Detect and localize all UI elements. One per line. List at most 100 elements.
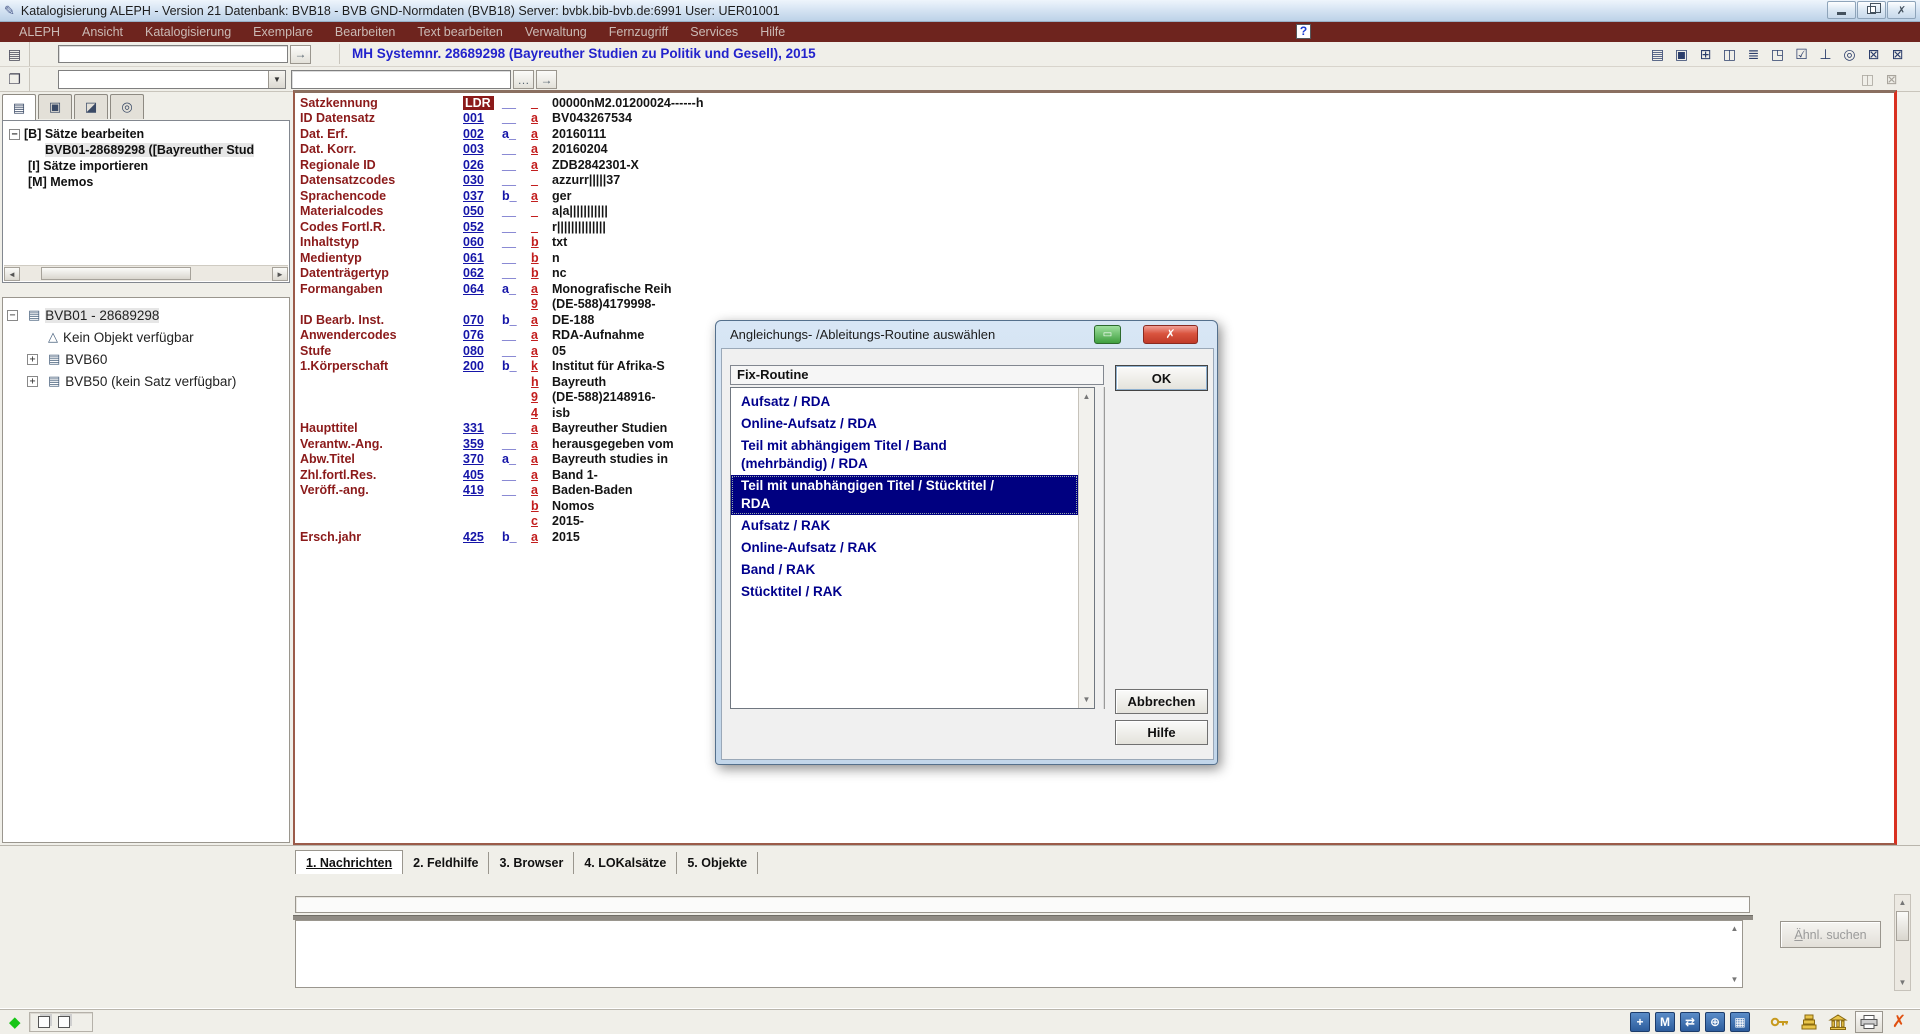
field-value[interactable]: Baden-Baden	[552, 483, 633, 497]
field-value[interactable]: RDA-Aufnahme	[552, 328, 644, 342]
subfield-code[interactable]: 4	[531, 406, 552, 420]
fix-routine-option[interactable]: Stücktitel / RAK	[731, 581, 1078, 603]
search-similar-button[interactable]: Ähnl. suchen	[1780, 921, 1881, 948]
field-value[interactable]: 2015	[552, 530, 580, 544]
close-record-icon[interactable]: ⊠	[1863, 44, 1884, 64]
menu-item[interactable]: Katalogisierung	[134, 25, 242, 39]
help-icon[interactable]: ?	[1296, 24, 1311, 39]
field-value[interactable]: Nomos	[552, 499, 594, 513]
menu-item[interactable]: Fernzugriff	[598, 25, 680, 39]
field-indicators[interactable]: __	[502, 437, 531, 451]
field-tag[interactable]: 331	[463, 421, 502, 435]
cancel-icon[interactable]: ✗	[1888, 1012, 1910, 1032]
field-value[interactable]: Bayreuther Studien	[552, 421, 667, 435]
field-tag[interactable]: 359	[463, 437, 502, 451]
close-all-icon[interactable]: ⊠	[1887, 44, 1908, 64]
field-value[interactable]: BV043267534	[552, 111, 632, 125]
field-value[interactable]: DE-188	[552, 313, 594, 327]
subfield-code[interactable]: a	[531, 142, 552, 156]
tree-item[interactable]: △ Kein Objekt verfügbar	[3, 326, 289, 348]
field-tag[interactable]: 052	[463, 220, 502, 234]
field-tag[interactable]: 076	[463, 328, 502, 342]
restore-button[interactable]	[1857, 1, 1886, 19]
library-icon[interactable]	[1826, 1012, 1850, 1033]
lower-pane-tab[interactable]: 3. Browser	[489, 852, 574, 874]
field-indicators[interactable]: __	[502, 468, 531, 482]
subfield-code[interactable]: a	[531, 483, 552, 497]
list-scrollbar[interactable]: ▲ ▼	[1078, 388, 1094, 708]
field-tag[interactable]: 026	[463, 158, 502, 172]
menu-item[interactable]: Services	[679, 25, 749, 39]
field-indicators[interactable]: __	[502, 483, 531, 497]
field-tag[interactable]: 070	[463, 313, 502, 327]
record-jump-go-button[interactable]: →	[290, 45, 311, 64]
field-value[interactable]: isb	[552, 406, 570, 420]
dialog-pin-button[interactable]: ▭	[1094, 325, 1121, 344]
field-indicators[interactable]: __	[502, 421, 531, 435]
field-indicators[interactable]: __	[502, 328, 531, 342]
field-tag[interactable]: 062	[463, 266, 502, 280]
print-icon[interactable]	[1855, 1011, 1883, 1033]
copy-records-tab[interactable]: ▣	[38, 94, 72, 119]
check-record-icon[interactable]: ☑	[1791, 44, 1812, 64]
lower-pane-tab[interactable]: 2. Feldhilfe	[403, 852, 489, 874]
subfield-code[interactable]: a	[531, 344, 552, 358]
grid-view-icon[interactable]: ▦	[1730, 1012, 1750, 1032]
field-tag[interactable]: 061	[463, 251, 502, 265]
help-button[interactable]: Hilfe	[1115, 720, 1208, 745]
push-record-icon[interactable]: ◳	[1767, 44, 1788, 64]
field-value[interactable]: ZDB2842301-X	[552, 158, 639, 172]
subfield-code[interactable]: 9	[531, 390, 552, 404]
chevron-down-icon[interactable]: ▼	[268, 71, 285, 88]
key-icon[interactable]	[1768, 1012, 1792, 1033]
subfield-code[interactable]: k	[531, 359, 552, 373]
lower-pane-tab[interactable]: 5. Objekte	[677, 852, 758, 874]
dialog-title-bar[interactable]: Angleichungs- /Ableitungs-Routine auswäh…	[716, 321, 1217, 348]
subfield-code[interactable]: _	[531, 220, 552, 234]
field-value[interactable]: (DE-588)2148916-	[552, 390, 656, 404]
menu-item[interactable]: ALEPH	[8, 25, 71, 39]
tree-horizontal-scrollbar[interactable]: ◄ ►	[4, 265, 288, 281]
subfield-code[interactable]: h	[531, 375, 552, 389]
fix-routine-option[interactable]: Band / RAK	[731, 559, 1078, 581]
field-value[interactable]: txt	[552, 235, 567, 249]
field-tag[interactable]: 002	[463, 127, 502, 141]
field-tag[interactable]: 037	[463, 189, 502, 203]
subfield-code[interactable]: a	[531, 313, 552, 327]
expander-icon[interactable]: −	[9, 129, 20, 140]
fix-routine-option[interactable]: Teil mit abhängigem Titel / Band (mehrbä…	[731, 435, 1078, 475]
field-indicators[interactable]: __	[502, 220, 531, 234]
field-tag[interactable]: 064	[463, 282, 502, 296]
subfield-code[interactable]: a	[531, 111, 552, 125]
new-record-icon[interactable]: ▤	[1647, 44, 1668, 64]
scroll-right-icon[interactable]: ►	[272, 267, 288, 281]
dialog-close-icon[interactable]: ✗	[1143, 325, 1198, 344]
field-value[interactable]: Monografische Reih	[552, 282, 671, 296]
fix-routine-option[interactable]: Aufsatz / RAK	[731, 515, 1078, 537]
field-value[interactable]: 00000nM2.01200024------h	[552, 96, 703, 110]
scroll-thumb[interactable]	[41, 267, 191, 280]
discard-record-icon[interactable]: ⊠	[1881, 69, 1902, 89]
expander-icon[interactable]: +	[27, 354, 38, 365]
field-value[interactable]: 20160204	[552, 142, 608, 156]
edit-records-tab[interactable]: ▤	[2, 94, 36, 121]
field-value[interactable]: (DE-588)4179998-	[552, 297, 656, 311]
subfield-code[interactable]: a	[531, 158, 552, 172]
search-go-button[interactable]: →	[536, 70, 557, 89]
field-value[interactable]: herausgegeben vom	[552, 437, 674, 451]
scroll-down-icon[interactable]: ▼	[1080, 693, 1093, 706]
field-value[interactable]: Band 1-	[552, 468, 598, 482]
field-indicators[interactable]: b_	[502, 189, 531, 203]
load-record-icon[interactable]: ▣	[1671, 44, 1692, 64]
field-value[interactable]: azzurr|||||37	[552, 173, 620, 187]
field-tag[interactable]: 050	[463, 204, 502, 218]
subfield-code[interactable]: a	[531, 189, 552, 203]
field-indicators[interactable]: b_	[502, 530, 531, 544]
field-indicators[interactable]: b_	[502, 359, 531, 373]
record-jump-input[interactable]	[58, 45, 288, 63]
field-value[interactable]: nc	[552, 266, 567, 280]
field-tag[interactable]: 080	[463, 344, 502, 358]
field-value[interactable]: 20160111	[552, 127, 606, 141]
field-tag[interactable]: 060	[463, 235, 502, 249]
subfield-code[interactable]: a	[531, 468, 552, 482]
